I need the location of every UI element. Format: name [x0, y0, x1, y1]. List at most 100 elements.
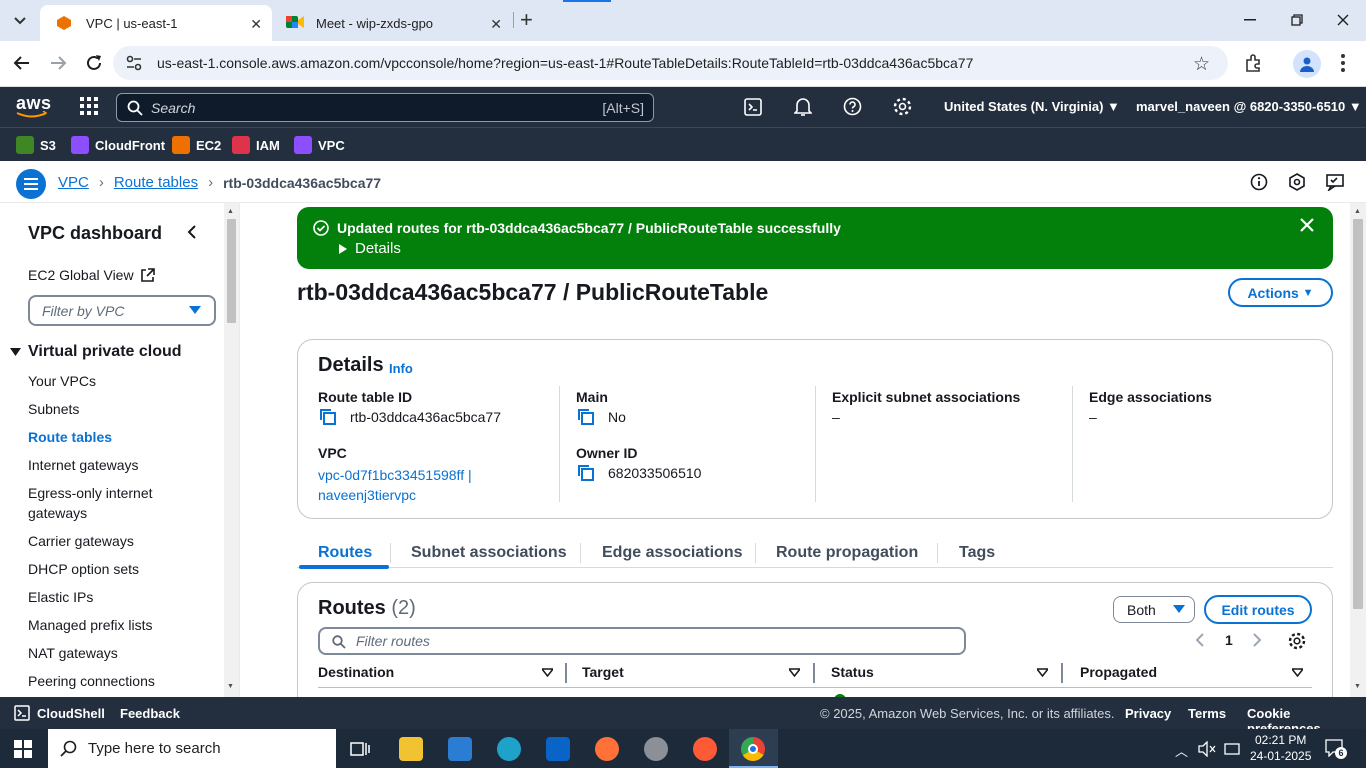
filter-routes-input[interactable]: Filter routes	[318, 627, 966, 655]
section-virtual-private-cloud[interactable]: Virtual private cloud	[10, 343, 182, 361]
info-link[interactable]: Info	[389, 361, 413, 376]
bookmark-star-icon[interactable]: ☆	[1193, 53, 1210, 76]
sidebar-item-managed-prefix-lists[interactable]: Managed prefix lists	[28, 615, 153, 635]
firefox-icon[interactable]	[595, 737, 619, 761]
region-selector[interactable]: United States (N. Virginia) ▼	[944, 99, 1120, 114]
vpc-link-name[interactable]: naveenj3tiervpc	[318, 485, 472, 505]
table-preferences-gear-icon[interactable]	[1288, 632, 1306, 650]
edit-routes-button[interactable]: Edit routes	[1204, 595, 1312, 624]
firefox-alt-icon[interactable]	[693, 737, 717, 761]
new-tab-icon[interactable]: +	[520, 9, 533, 31]
forward-icon[interactable]	[49, 54, 67, 72]
sidebar-item-elastic-ips[interactable]: Elastic IPs	[28, 587, 93, 607]
help-icon[interactable]	[843, 97, 862, 116]
tab-subnet-associations[interactable]: Subnet associations	[411, 544, 567, 562]
tab-route-propagation[interactable]: Route propagation	[776, 544, 918, 562]
show-hidden-icons-icon[interactable]: ︿	[1175, 741, 1188, 760]
column-resizer[interactable]	[813, 663, 815, 683]
settings-gear-icon[interactable]	[893, 97, 912, 116]
tab-routes[interactable]: Routes	[318, 544, 372, 562]
extensions-icon[interactable]	[1244, 53, 1264, 73]
cloudshell-icon[interactable]	[744, 98, 762, 116]
favorite-ec2[interactable]: EC2	[172, 136, 221, 154]
feedback-link[interactable]: Feedback	[120, 706, 180, 721]
windows-start-icon[interactable]	[14, 740, 32, 758]
column-header-propagated[interactable]: Propagated	[1080, 664, 1157, 680]
main-scroll-thumb[interactable]	[1353, 219, 1363, 609]
routes-filter-select[interactable]: Both	[1113, 596, 1195, 623]
security-shield-icon[interactable]	[1288, 173, 1306, 191]
vpc-link-id[interactable]: vpc-0d7f1bc33451598ff |	[318, 465, 472, 485]
favorite-vpc[interactable]: VPC	[294, 136, 345, 154]
privacy-link[interactable]: Privacy	[1125, 706, 1171, 721]
edge-browser-icon[interactable]	[497, 737, 521, 761]
info-panel-icon[interactable]	[1250, 173, 1268, 191]
copy-icon[interactable]	[578, 465, 594, 481]
filter-by-vpc-select[interactable]: Filter by VPC	[28, 295, 216, 326]
sidebar-item-route-tables[interactable]: Route tables	[28, 427, 112, 447]
notifications-bell-icon[interactable]	[794, 97, 812, 117]
volume-muted-icon[interactable]	[1198, 741, 1216, 757]
column-header-status[interactable]: Status	[831, 664, 874, 680]
network-icon[interactable]	[1224, 741, 1240, 757]
chrome-taskbar-item[interactable]	[729, 729, 778, 768]
main-scrollbar[interactable]: ▲ ▼	[1350, 203, 1366, 697]
terms-link[interactable]: Terms	[1188, 706, 1226, 721]
sidebar-item-egress-only-internet-gateways[interactable]: Egress-only internet gateways	[28, 483, 178, 523]
minimize-icon[interactable]	[1238, 8, 1262, 32]
column-resizer[interactable]	[565, 663, 567, 683]
sidebar-item-peering-connections[interactable]: Peering connections	[28, 671, 155, 691]
sidebar-item-carrier-gateways[interactable]: Carrier gateways	[28, 531, 134, 551]
sidebar-item-internet-gateways[interactable]: Internet gateways	[28, 455, 139, 475]
next-page-icon[interactable]	[1252, 633, 1262, 647]
sort-caret-icon[interactable]	[1037, 668, 1048, 677]
column-header-destination[interactable]: Destination	[318, 664, 394, 680]
sidebar-scrollbar[interactable]: ▲ ▼	[224, 203, 239, 697]
profile-avatar-icon[interactable]	[1293, 50, 1321, 78]
tab-tags[interactable]: Tags	[959, 544, 995, 562]
back-icon[interactable]	[13, 54, 31, 72]
app-icon[interactable]	[644, 737, 668, 761]
sidebar-item-nat-gateways[interactable]: NAT gateways	[28, 643, 118, 663]
sort-caret-icon[interactable]	[542, 668, 553, 677]
column-header-target[interactable]: Target	[582, 664, 624, 680]
previous-page-icon[interactable]	[1195, 633, 1205, 647]
breadcrumb-route-tables[interactable]: Route tables	[114, 174, 198, 191]
outlook-icon[interactable]	[546, 737, 570, 761]
file-explorer-icon[interactable]	[399, 737, 423, 761]
sort-caret-icon[interactable]	[789, 668, 800, 677]
ec2-global-view-link[interactable]: EC2 Global View	[28, 267, 155, 283]
system-clock[interactable]: 02:21 PM 24-01-2025	[1250, 732, 1311, 764]
tab-edge-associations[interactable]: Edge associations	[602, 544, 743, 562]
breadcrumb-vpc[interactable]: VPC	[58, 174, 89, 191]
close-window-icon[interactable]	[1331, 8, 1355, 32]
copy-icon[interactable]	[578, 409, 594, 425]
notification-center-icon[interactable]: 6	[1325, 739, 1347, 759]
actions-button[interactable]: Actions ▼	[1228, 278, 1333, 307]
task-view-icon[interactable]	[350, 740, 370, 758]
dismiss-flash-icon[interactable]	[1300, 218, 1314, 232]
restore-icon[interactable]	[1285, 8, 1309, 32]
browser-menu-icon[interactable]	[1340, 53, 1346, 73]
browser-tab-meet[interactable]: Meet - wip-zxds-gpo ✕	[272, 5, 512, 41]
sidebar-scroll-thumb[interactable]	[227, 219, 236, 323]
scroll-down-arrow-icon[interactable]: ▼	[227, 683, 234, 690]
url-bar[interactable]: us-east-1.console.aws.amazon.com/vpccons…	[113, 46, 1228, 80]
scroll-down-arrow-icon[interactable]: ▼	[1354, 683, 1361, 690]
flash-details-toggle[interactable]: Details	[339, 240, 401, 257]
close-tab-icon[interactable]: ✕	[250, 16, 262, 33]
column-resizer[interactable]	[1061, 663, 1063, 683]
aws-logo[interactable]: aws	[16, 94, 52, 119]
microsoft-store-icon[interactable]	[448, 737, 472, 761]
vpc-link[interactable]: vpc-0d7f1bc33451598ff | naveenj3tiervpc	[318, 465, 472, 505]
favorite-cloudfront[interactable]: CloudFront	[71, 136, 165, 154]
account-menu[interactable]: marvel_naveen @ 6820-3350-6510 ▼	[1136, 99, 1362, 114]
aws-search-input[interactable]: Search [Alt+S]	[116, 93, 654, 122]
site-info-icon[interactable]	[125, 54, 143, 72]
sidebar-item-your-vpcs[interactable]: Your VPCs	[28, 371, 96, 391]
tab-search-dropdown-icon[interactable]	[8, 9, 32, 33]
collapse-sidebar-icon[interactable]	[186, 225, 198, 239]
reload-icon[interactable]	[85, 54, 103, 72]
services-grid-icon[interactable]	[80, 97, 99, 116]
feedback-icon[interactable]	[1326, 173, 1344, 191]
